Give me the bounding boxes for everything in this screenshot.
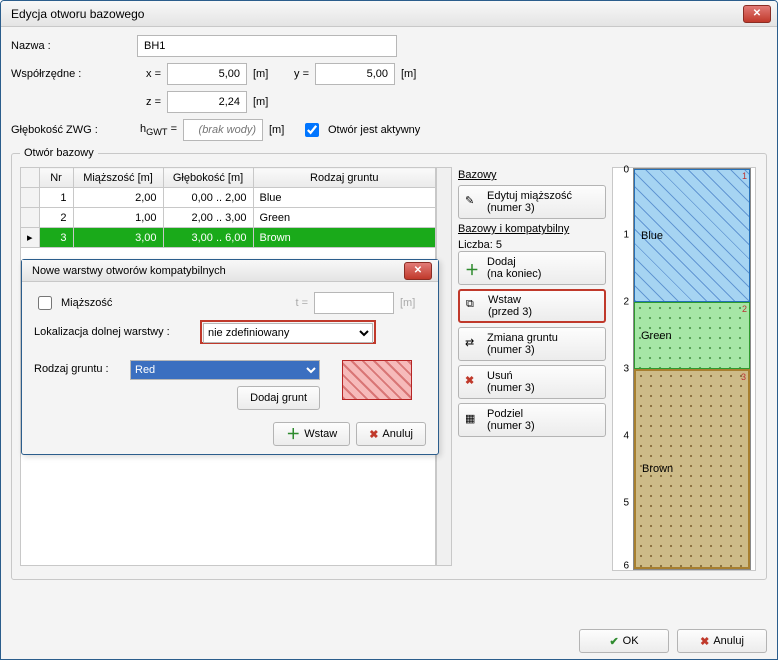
- section-bazowy: Bazowy: [458, 169, 606, 181]
- table-row[interactable]: 2 1,00 2,00 .. 3,00 Green: [21, 208, 436, 228]
- x-label: x =: [137, 68, 161, 80]
- add-button[interactable]: ＋ Dodaj(na koniec): [458, 251, 606, 285]
- remove-button[interactable]: ✖ Usuń(numer 3): [458, 365, 606, 399]
- thickness-label: Miąższość: [61, 297, 112, 309]
- subdialog-title: Nowe warstwy otworów kompatybilnych: [32, 265, 404, 277]
- active-label: Otwór jest aktywny: [328, 124, 420, 136]
- insert-button[interactable]: ⧉ Wstaw(przed 3): [458, 289, 606, 323]
- dialog-window: Edycja otworu bazowego ✕ Nazwa : Współrz…: [0, 0, 778, 660]
- t-unit: [m]: [400, 297, 426, 309]
- zwg-label: Głębokość ZWG :: [11, 124, 131, 136]
- active-checkbox[interactable]: [305, 123, 319, 137]
- col-nr: Nr: [39, 168, 73, 188]
- section-bazkomp: Bazowy i kompatybilny: [458, 223, 606, 235]
- titlebar: Edycja otworu bazowego ✕: [1, 1, 777, 27]
- sub-insert-button[interactable]: ＋Wstaw: [273, 422, 350, 446]
- x-unit: [m]: [253, 68, 279, 80]
- location-label: Lokalizacja dolnej warstwy :: [34, 326, 194, 338]
- add-soil-button[interactable]: Dodaj grunt: [237, 386, 320, 410]
- thickness-checkbox[interactable]: [38, 296, 52, 310]
- cross-icon: ✖: [700, 635, 709, 648]
- coord-label: Współrzędne :: [11, 68, 131, 80]
- name-input[interactable]: [137, 35, 397, 57]
- chart-axis: 0 1 2 3 4 5 6: [613, 168, 631, 570]
- count-label: Liczba: 5: [458, 239, 502, 251]
- cancel-button[interactable]: ✖Anuluj: [677, 629, 767, 653]
- y-label: y =: [285, 68, 309, 80]
- t-label: t =: [295, 297, 308, 309]
- location-select[interactable]: nie zdefiniowany: [203, 323, 373, 343]
- z-input[interactable]: [167, 91, 247, 113]
- t-input: [314, 292, 394, 314]
- soil-select[interactable]: Red: [130, 360, 320, 380]
- soil-swatch: [342, 360, 412, 400]
- y-unit: [m]: [401, 68, 427, 80]
- check-icon: ✔: [609, 635, 618, 648]
- swap-icon: ⇄: [465, 336, 481, 352]
- layers-table[interactable]: Nr Miąższość [m] Głębokość [m] Rodzaj gr…: [20, 167, 436, 248]
- insert-icon: ⧉: [466, 298, 482, 314]
- z-label: z =: [137, 96, 161, 108]
- subdialog: Nowe warstwy otworów kompatybilnych ✕ Mi…: [21, 259, 439, 455]
- col-soil: Rodzaj gruntu: [253, 168, 435, 188]
- col-thickness: Miąższość [m]: [73, 168, 163, 188]
- sub-cancel-button[interactable]: ✖Anuluj: [356, 422, 426, 446]
- hgwt-label: hGWT =: [137, 123, 177, 137]
- chart-layer-green: 2 Green: [634, 302, 750, 369]
- delete-icon: ✖: [465, 374, 481, 390]
- chart-layer-blue: 1 Blue: [634, 169, 750, 302]
- split-button[interactable]: ▦ Podziel(numer 3): [458, 403, 606, 437]
- split-icon: ▦: [465, 412, 481, 428]
- hgwt-input: [183, 119, 263, 141]
- name-label: Nazwa :: [11, 40, 131, 52]
- cross-icon: ✖: [369, 428, 378, 441]
- z-unit: [m]: [253, 96, 279, 108]
- ok-button[interactable]: ✔OK: [579, 629, 669, 653]
- soil-label: Rodzaj gruntu :: [34, 360, 124, 375]
- plus-icon: ＋: [465, 260, 481, 276]
- col-depth: Głębokość [m]: [163, 168, 253, 188]
- window-title: Edycja otworu bazowego: [11, 7, 743, 21]
- plus-icon: ＋: [286, 424, 300, 444]
- change-soil-button[interactable]: ⇄ Zmiana gruntu(numer 3): [458, 327, 606, 361]
- chart-layer-brown: 3 Brown: [634, 369, 750, 569]
- table-row-selected[interactable]: ▸ 3 3,00 3,00 .. 6,00 Brown: [21, 228, 436, 248]
- close-icon[interactable]: ✕: [743, 5, 771, 23]
- table-row[interactable]: 1 2,00 0,00 .. 2,00 Blue: [21, 188, 436, 208]
- group-title: Otwór bazowy: [20, 147, 98, 159]
- edit-thickness-button[interactable]: ✎ Edytuj miąższość(numer 3): [458, 185, 606, 219]
- subdialog-close-icon[interactable]: ✕: [404, 262, 432, 280]
- hgwt-unit: [m]: [269, 124, 295, 136]
- profile-chart: 0 1 2 3 4 5 6 1 Blue: [612, 167, 756, 571]
- x-input[interactable]: [167, 63, 247, 85]
- y-input[interactable]: [315, 63, 395, 85]
- edit-icon: ✎: [465, 194, 481, 210]
